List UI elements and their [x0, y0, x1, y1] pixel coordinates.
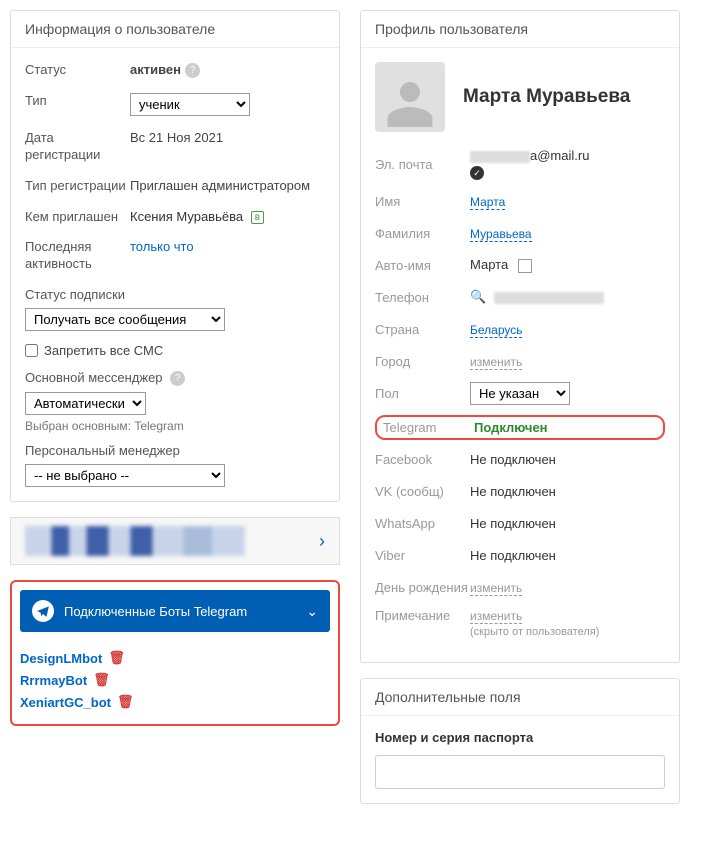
city-label: Город — [375, 354, 470, 369]
whatsapp-value: Не подключен — [470, 516, 665, 531]
help-icon[interactable]: ? — [185, 63, 200, 78]
country-label: Страна — [375, 322, 470, 337]
avatar — [375, 62, 445, 132]
additional-title: Дополнительные поля — [361, 679, 679, 716]
type-label: Тип — [25, 93, 130, 116]
firstname-label: Имя — [375, 194, 470, 209]
city-value[interactable]: изменить — [470, 355, 522, 370]
birthday-value[interactable]: изменить — [470, 581, 522, 596]
telegram-label: Telegram — [383, 420, 474, 435]
mainmessenger-select[interactable]: Автоматически — [25, 392, 146, 415]
firstname-value[interactable]: Марта — [470, 195, 505, 210]
chevron-right-icon: › — [319, 531, 325, 552]
lastname-value[interactable]: Муравьева — [470, 227, 532, 242]
bot-item: DesignLMbot 🗑 — [20, 650, 330, 666]
vk-value: Не подключен — [470, 484, 665, 499]
facebook-label: Facebook — [375, 452, 470, 467]
profile-panel: Профиль пользователя Марта Муравьева Эл.… — [360, 10, 680, 663]
telegram-bots-header[interactable]: Подключенные Боты Telegram ⌄ — [20, 590, 330, 632]
whatsapp-label: WhatsApp — [375, 516, 470, 531]
gender-select[interactable]: Не указан — [470, 382, 570, 405]
personalmanager-label: Персональный менеджер — [25, 443, 325, 458]
profile-name: Марта Муравьева — [463, 86, 630, 108]
trash-icon[interactable]: 🗑 — [93, 672, 110, 688]
note-value[interactable]: изменить — [470, 609, 522, 624]
mainmessenger-hint: Выбран основным: Telegram — [25, 419, 325, 433]
autoname-label: Авто-имя — [375, 258, 470, 273]
status-label: Статус — [25, 62, 130, 79]
redacted-image — [25, 526, 245, 556]
regtype-label: Тип регистрации — [25, 178, 130, 195]
regtype-value: Приглашен администратором — [130, 178, 325, 195]
gender-label: Пол — [375, 386, 470, 401]
birthday-label: День рождения — [375, 580, 470, 595]
block-sms-label: Запретить все СМС — [44, 343, 163, 358]
bot-item: RrrmayBot 🗑 — [20, 672, 330, 688]
user-info-title: Информация о пользователе — [11, 11, 339, 48]
note-label: Примечание — [375, 608, 470, 623]
passport-label: Номер и серия паспорта — [375, 730, 665, 745]
profile-title: Профиль пользователя — [361, 11, 679, 48]
viber-label: Viber — [375, 548, 470, 563]
user-info-panel: Информация о пользователе Статус активен… — [10, 10, 340, 502]
chevron-down-icon: ⌄ — [306, 603, 318, 620]
lastname-label: Фамилия — [375, 226, 470, 241]
trash-icon[interactable]: 🗑 — [108, 650, 125, 666]
phone-label: Телефон — [375, 290, 470, 305]
type-select[interactable]: ученик — [130, 93, 250, 116]
regdate-value: Вс 21 Ноя 2021 — [130, 130, 325, 164]
bot-link[interactable]: DesignLMbot — [20, 651, 102, 666]
bot-item: XeniartGC_bot 🗑 — [20, 694, 330, 710]
telegram-row-highlight: Telegram Подключен — [375, 415, 665, 440]
collapsed-panel[interactable]: › — [10, 517, 340, 565]
personalmanager-select[interactable]: -- не выбрано -- — [25, 464, 225, 487]
additional-panel: Дополнительные поля Номер и серия паспор… — [360, 678, 680, 804]
invitedby-value[interactable]: Ксения Муравьёва — [130, 209, 243, 224]
telegram-icon — [32, 600, 54, 622]
bot-link[interactable]: XeniartGC_bot — [20, 695, 111, 710]
verified-icon: ✓ — [470, 166, 484, 180]
telegram-bots-title: Подключенные Боты Telegram — [64, 604, 247, 619]
note-hint: (скрыто от пользователя) — [470, 626, 599, 638]
viber-value: Не подключен — [470, 548, 665, 563]
mainmessenger-label: Основной мессенджер — [25, 370, 163, 385]
autoname-value: Марта — [470, 257, 508, 272]
facebook-value: Не подключен — [470, 452, 665, 467]
email-suffix: a@mail.ru — [530, 148, 589, 163]
passport-input[interactable] — [375, 755, 665, 789]
regdate-label: Дата регистрации — [25, 130, 130, 164]
substatus-label: Статус подписки — [25, 287, 325, 302]
block-sms-checkbox[interactable] — [25, 344, 38, 357]
email-redacted — [470, 151, 530, 163]
autoname-checkbox[interactable] — [518, 259, 532, 273]
inviter-badge: в — [251, 211, 264, 224]
lastactivity-value[interactable]: только что — [130, 239, 325, 273]
vk-label: VK (сообщ) — [375, 484, 470, 499]
trash-icon[interactable]: 🗑 — [117, 694, 134, 710]
help-icon[interactable]: ? — [170, 371, 185, 386]
search-icon[interactable]: 🔍 — [470, 289, 486, 304]
substatus-select[interactable]: Получать все сообщения — [25, 308, 225, 331]
country-value[interactable]: Беларусь — [470, 323, 522, 338]
email-label: Эл. почта — [375, 157, 470, 172]
invitedby-label: Кем приглашен — [25, 209, 130, 226]
phone-redacted — [494, 292, 604, 304]
status-value: активен — [130, 62, 181, 77]
telegram-bots-highlight: Подключенные Боты Telegram ⌄ DesignLMbot… — [10, 580, 340, 726]
telegram-value: Подключен — [474, 420, 657, 435]
lastactivity-label: Последняя активность — [25, 239, 130, 273]
bot-link[interactable]: RrrmayBot — [20, 673, 87, 688]
